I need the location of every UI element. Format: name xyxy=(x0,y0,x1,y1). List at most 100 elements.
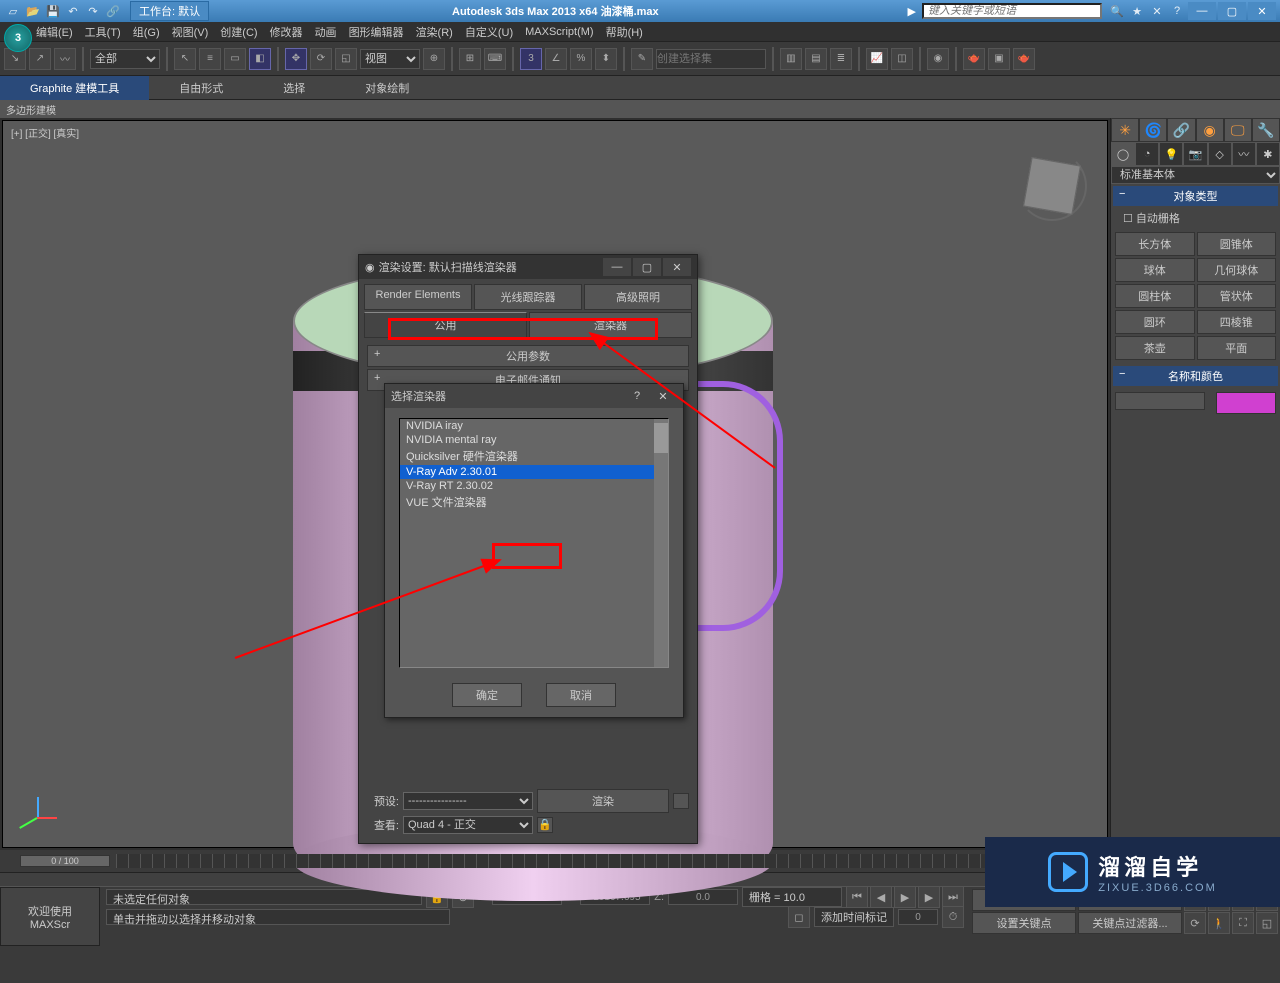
tab-advanced-lighting[interactable]: 高级照明 xyxy=(584,284,692,310)
lights-tab-icon[interactable]: 💡 xyxy=(1159,142,1183,166)
view-dropdown[interactable]: Quad 4 - 正交 xyxy=(403,816,533,834)
menu-grapheditors[interactable]: 图形编辑器 xyxy=(349,24,404,40)
link-icon[interactable]: 🔗 xyxy=(104,2,122,20)
spacewarps-tab-icon[interactable]: 〰 xyxy=(1232,142,1256,166)
motion-panel-icon[interactable]: ◉ xyxy=(1196,118,1224,142)
geometry-tab-icon[interactable]: ◯ xyxy=(1111,142,1135,166)
maximize-button[interactable]: ▢ xyxy=(1218,2,1246,20)
ribbon-tab-objectpaint[interactable]: 对象绘制 xyxy=(335,76,439,100)
object-name-input[interactable] xyxy=(1115,392,1205,410)
material-editor-icon[interactable]: ◉ xyxy=(927,48,949,70)
menu-maxscript[interactable]: MAXScript(M) xyxy=(525,26,593,38)
nav-maximize-icon[interactable]: ⛶ xyxy=(1232,912,1254,934)
hierarchy-panel-icon[interactable]: 🔗 xyxy=(1167,118,1195,142)
select-icon[interactable]: ↖ xyxy=(174,48,196,70)
open-icon[interactable]: 📂 xyxy=(24,2,42,20)
rollup-common-params[interactable]: 公用参数 xyxy=(367,345,689,367)
dialog-minimize-button[interactable]: — xyxy=(603,258,631,276)
helpers-tab-icon[interactable]: ◇ xyxy=(1208,142,1232,166)
list-item[interactable]: VUE 文件渲染器 xyxy=(400,493,668,511)
dialog-maximize-button[interactable]: ▢ xyxy=(633,258,661,276)
goto-start-icon[interactable]: ⏮ xyxy=(846,886,868,908)
time-tag[interactable]: 添加时间标记 xyxy=(814,907,894,927)
undo-icon[interactable]: ↶ xyxy=(64,2,82,20)
view-lock-icon[interactable]: 🔒 xyxy=(537,817,553,833)
list-item[interactable]: NVIDIA iray xyxy=(400,419,668,433)
list-scrollbar[interactable] xyxy=(654,419,668,667)
spinner-snap-icon[interactable]: ⬍ xyxy=(595,48,617,70)
percent-snap-icon[interactable]: % xyxy=(570,48,592,70)
render-setup-icon[interactable]: 🫖 xyxy=(963,48,985,70)
redo-icon[interactable]: ↷ xyxy=(84,2,102,20)
list-item[interactable]: V-Ray RT 2.30.02 xyxy=(400,479,668,493)
rotate-icon[interactable]: ⟳ xyxy=(310,48,332,70)
prev-frame-icon[interactable]: ◀ xyxy=(870,886,892,908)
tab-renderer[interactable]: 渲染器 xyxy=(529,312,692,338)
menu-animation[interactable]: 动画 xyxy=(315,24,337,40)
workspace-selector[interactable]: 工作台: 默认 xyxy=(130,1,209,21)
maxscript-listener[interactable]: 欢迎使用 MAXScr xyxy=(0,887,100,946)
tab-common[interactable]: 公用 xyxy=(364,312,527,338)
ribbon-tab-selection[interactable]: 选择 xyxy=(253,76,335,100)
render-lock-icon[interactable] xyxy=(673,793,689,809)
render-button[interactable]: 渲染 xyxy=(537,789,669,813)
choose-dialog-titlebar[interactable]: 选择渲染器 ? ✕ xyxy=(385,384,683,408)
dialog-help-button[interactable]: ? xyxy=(627,387,647,405)
menu-rendering[interactable]: 渲染(R) xyxy=(416,24,453,40)
sphere-button[interactable]: 球体 xyxy=(1115,258,1195,282)
select-name-icon[interactable]: ≡ xyxy=(199,48,221,70)
ribbon-tab-freeform[interactable]: 自由形式 xyxy=(149,76,253,100)
help-icon[interactable]: ? xyxy=(1168,2,1186,20)
cancel-button[interactable]: 取消 xyxy=(546,683,616,707)
nav-min-icon[interactable]: ◱ xyxy=(1256,912,1278,934)
preset-dropdown[interactable]: ---------------- xyxy=(403,792,533,810)
key-filters-button[interactable]: 关键点过滤器... xyxy=(1078,912,1182,934)
list-item-selected[interactable]: V-Ray Adv 2.30.01 xyxy=(400,465,668,479)
goto-end-icon[interactable]: ⏭ xyxy=(942,886,964,908)
favorite-icon[interactable]: ★ xyxy=(1128,2,1146,20)
time-slider-handle[interactable]: 0 / 100 xyxy=(20,855,110,867)
ribbon-tab-graphite[interactable]: Graphite 建模工具 xyxy=(0,76,149,100)
save-icon[interactable]: 💾 xyxy=(44,2,62,20)
menu-create[interactable]: 创建(C) xyxy=(220,24,257,40)
box-button[interactable]: 长方体 xyxy=(1115,232,1195,256)
time-config-icon[interactable]: ⏱ xyxy=(942,906,964,928)
rollup-object-type[interactable]: 对象类型 xyxy=(1113,186,1278,206)
current-frame-input[interactable] xyxy=(898,909,938,925)
menu-edit[interactable]: 编辑(E) xyxy=(36,24,73,40)
edit-named-sel-icon[interactable]: ✎ xyxy=(631,48,653,70)
geosphere-button[interactable]: 几何球体 xyxy=(1197,258,1277,282)
menu-group[interactable]: 组(G) xyxy=(133,24,160,40)
bind-spacewarp-icon[interactable]: 〰 xyxy=(54,48,76,70)
render-dialog-titlebar[interactable]: ◉ 渲染设置: 默认扫描线渲染器 — ▢ ✕ xyxy=(359,255,697,279)
utilities-panel-icon[interactable]: 🔧 xyxy=(1252,118,1280,142)
signin-icon[interactable]: 🔍 xyxy=(1108,2,1126,20)
systems-tab-icon[interactable]: ✱ xyxy=(1256,142,1280,166)
dialog-close-button[interactable]: ✕ xyxy=(663,258,691,276)
menu-views[interactable]: 视图(V) xyxy=(172,24,209,40)
keyboard-shortcut-icon[interactable]: ⌨ xyxy=(484,48,506,70)
object-color-swatch[interactable] xyxy=(1216,392,1276,414)
cameras-tab-icon[interactable]: 📷 xyxy=(1183,142,1207,166)
close-button[interactable]: ✕ xyxy=(1248,2,1276,20)
cone-button[interactable]: 圆锥体 xyxy=(1197,232,1277,256)
menu-customize[interactable]: 自定义(U) xyxy=(465,24,513,40)
ok-button[interactable]: 确定 xyxy=(452,683,522,707)
list-item[interactable]: NVIDIA mental ray xyxy=(400,433,668,447)
plane-button[interactable]: 平面 xyxy=(1197,336,1277,360)
exchange-icon[interactable]: ✕ xyxy=(1148,2,1166,20)
layer-manager-icon[interactable]: ≣ xyxy=(830,48,852,70)
scale-icon[interactable]: ◱ xyxy=(335,48,357,70)
nav-orbit-icon[interactable]: ⟳ xyxy=(1184,912,1206,934)
list-item[interactable]: Quicksilver 硬件渲染器 xyxy=(400,447,668,465)
application-button[interactable]: 3 xyxy=(4,24,32,52)
unlink-tool-icon[interactable]: ↗ xyxy=(29,48,51,70)
curve-editor-icon[interactable]: 📈 xyxy=(866,48,888,70)
geometry-type-dropdown[interactable]: 标准基本体 xyxy=(1111,166,1280,184)
dialog-close-button[interactable]: ✕ xyxy=(649,387,677,405)
pivot-icon[interactable]: ⊕ xyxy=(423,48,445,70)
rollup-name-color[interactable]: 名称和颜色 xyxy=(1113,366,1278,386)
render-production-icon[interactable]: 🫖 xyxy=(1013,48,1035,70)
play-icon[interactable]: ▶ xyxy=(894,886,916,908)
selection-filter[interactable]: 全部 xyxy=(90,49,160,69)
